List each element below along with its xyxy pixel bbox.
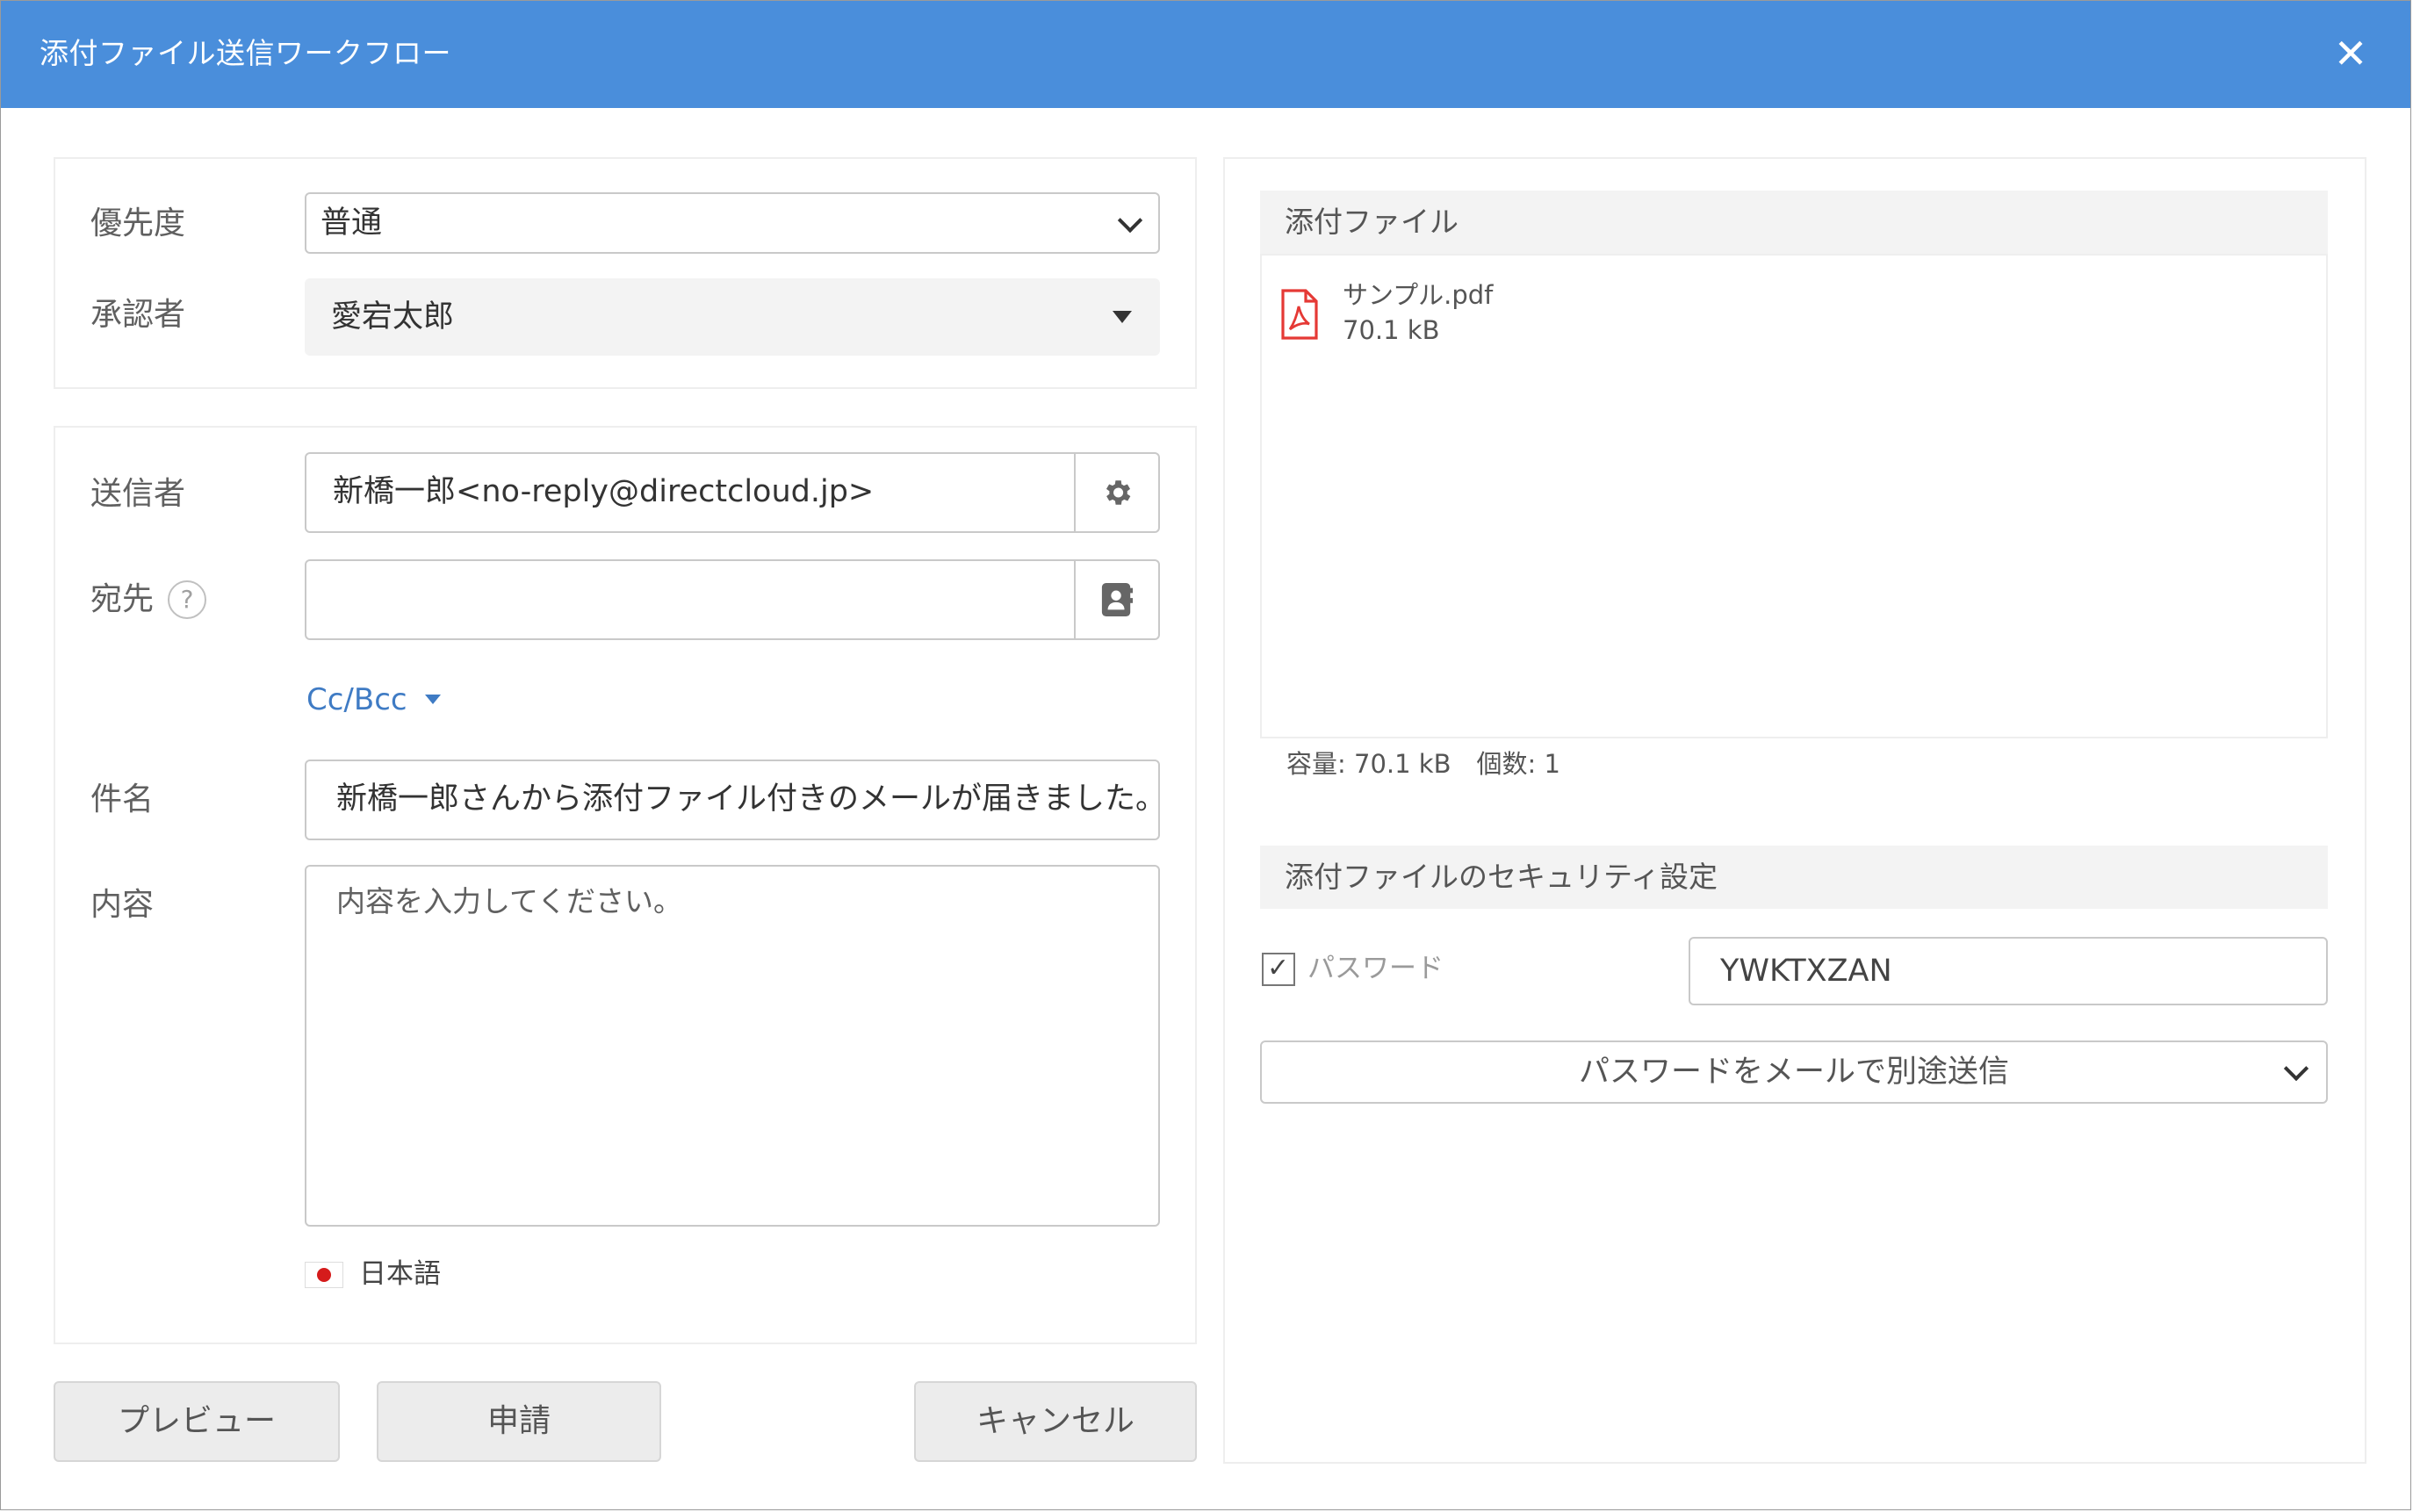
sender-value: 新橋一郎<no-reply@directcloud.jp>	[333, 474, 875, 509]
gear-icon	[1106, 480, 1131, 505]
approver-value: 愛宕太郎	[331, 299, 455, 335]
caret-down-icon	[1113, 311, 1132, 323]
security-header: 添付ファイルのセキュリティ設定	[1260, 846, 2328, 909]
password-label: パスワード	[1307, 953, 1444, 984]
cancel-button[interactable]: キャンセル	[914, 1381, 1197, 1462]
password-value: YWKTXZAN	[1720, 954, 1892, 989]
sender-settings-button[interactable]	[1074, 454, 1158, 531]
priority-select[interactable]: 普通	[305, 192, 1160, 254]
subject-label: 件名	[90, 781, 155, 817]
cc-bcc-toggle[interactable]: Cc/Bcc	[306, 679, 442, 721]
pdf-file-icon	[1281, 289, 1318, 340]
subject-value: 新橋一郎さんから添付ファイル付きのメールが届きました。	[336, 781, 1160, 817]
preview-button[interactable]: プレビュー	[54, 1381, 340, 1462]
subject-field[interactable]: 新橋一郎さんから添付ファイル付きのメールが届きました。	[305, 760, 1160, 840]
priority-value: 普通	[321, 205, 383, 241]
address-book-button[interactable]	[1074, 561, 1158, 638]
body-textarea[interactable]: 内容を入力してください。	[305, 865, 1160, 1227]
attachments-header: 添付ファイル	[1260, 191, 2328, 254]
dialog-title: 添付ファイル送信ワークフロー	[40, 36, 451, 70]
workflow-dialog: 添付ファイル送信ワークフロー ✕ 優先度 普通 承認者 愛宕太郎 送信者 新橋一…	[0, 0, 2411, 1510]
approval-panel: 優先度 普通 承認者 愛宕太郎	[54, 157, 1197, 389]
mail-panel: 送信者 新橋一郎<no-reply@directcloud.jp> 宛先 ? C…	[54, 426, 1197, 1344]
body-label: 内容	[90, 887, 155, 923]
help-icon[interactable]: ?	[168, 580, 206, 619]
close-icon[interactable]: ✕	[2330, 32, 2372, 75]
sender-field[interactable]: 新橋一郎<no-reply@directcloud.jp>	[305, 452, 1160, 533]
attachment-panel: 添付ファイル サンプル.pdf 70.1 kB 容量: 70.1 kB 個数: …	[1223, 157, 2366, 1464]
check-icon: ✓	[1267, 953, 1290, 983]
attachment-summary: 容量: 70.1 kB 個数: 1	[1286, 749, 1560, 779]
approver-label: 承認者	[90, 297, 186, 333]
japan-flag-icon	[305, 1262, 343, 1288]
file-item[interactable]: サンプル.pdf 70.1 kB	[1281, 277, 1808, 356]
password-field[interactable]: YWKTXZAN	[1689, 937, 2328, 1005]
language-label: 日本語	[359, 1258, 441, 1290]
priority-label: 優先度	[90, 205, 186, 241]
file-size: 70.1 kB	[1343, 315, 1440, 345]
dialog-titlebar: 添付ファイル送信ワークフロー ✕	[1, 1, 2410, 108]
apply-button[interactable]: 申請	[377, 1381, 661, 1462]
body-placeholder: 内容を入力してください。	[336, 884, 683, 918]
password-delivery-select[interactable]: パスワードをメールで別途送信	[1260, 1040, 2328, 1104]
password-checkbox[interactable]: ✓	[1262, 953, 1295, 986]
address-book-icon	[1101, 583, 1134, 616]
recipient-field[interactable]	[305, 559, 1160, 640]
file-name: サンプル.pdf	[1343, 280, 1494, 310]
cc-bcc-label: Cc/Bcc	[306, 682, 407, 717]
sender-label: 送信者	[90, 476, 186, 512]
attachment-list: サンプル.pdf 70.1 kB	[1260, 254, 2328, 738]
recipient-label: 宛先	[90, 581, 155, 617]
approver-select[interactable]: 愛宕太郎	[305, 278, 1160, 356]
password-delivery-value: パスワードをメールで別途送信	[1578, 1055, 2009, 1090]
caret-down-icon	[425, 695, 442, 704]
chevron-down-icon	[1117, 207, 1143, 234]
